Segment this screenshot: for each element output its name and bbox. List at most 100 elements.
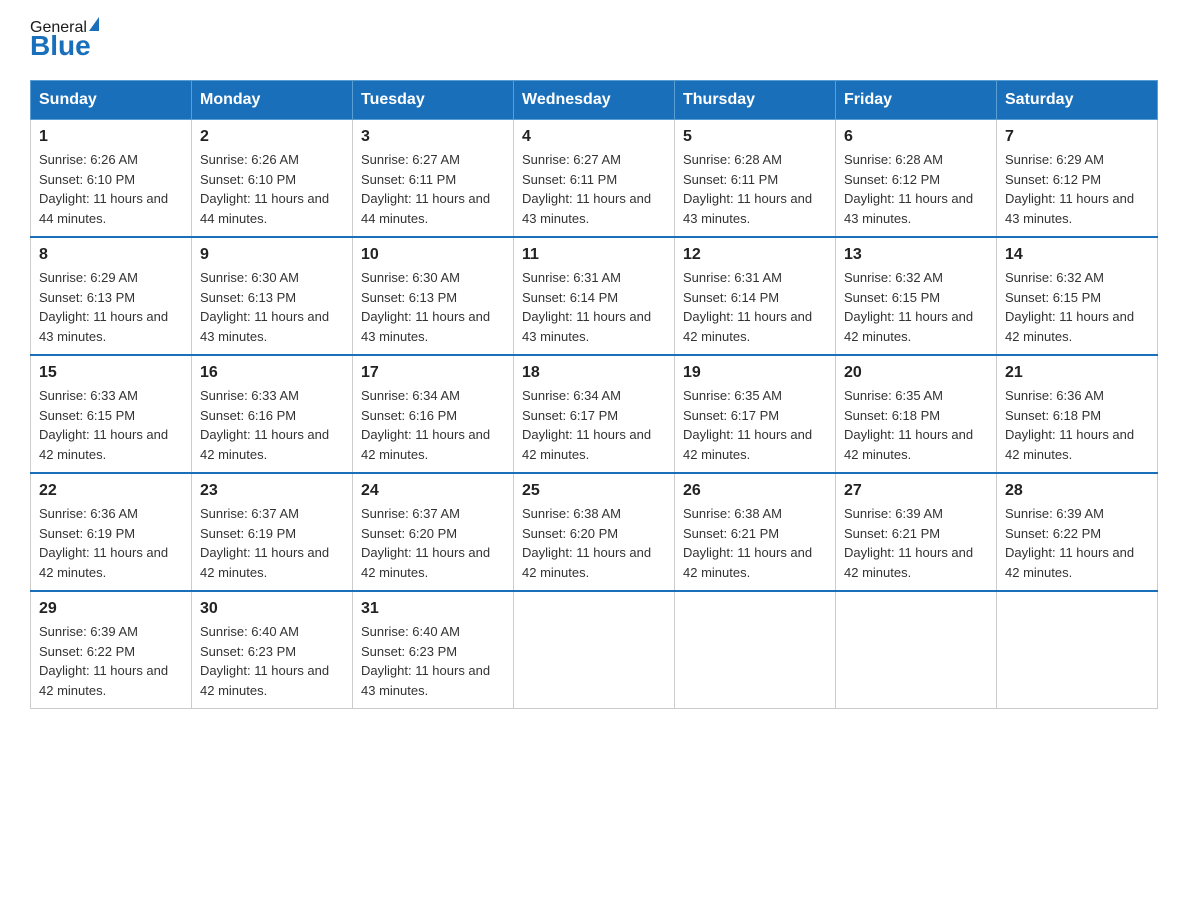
calendar-day-cell: 9 Sunrise: 6:30 AMSunset: 6:13 PMDayligh… — [192, 237, 353, 355]
day-info: Sunrise: 6:26 AMSunset: 6:10 PMDaylight:… — [200, 150, 344, 228]
calendar-day-cell: 19 Sunrise: 6:35 AMSunset: 6:17 PMDaylig… — [675, 355, 836, 473]
calendar-day-cell: 21 Sunrise: 6:36 AMSunset: 6:18 PMDaylig… — [997, 355, 1158, 473]
day-info: Sunrise: 6:31 AMSunset: 6:14 PMDaylight:… — [522, 268, 666, 346]
calendar-week-row: 22 Sunrise: 6:36 AMSunset: 6:19 PMDaylig… — [31, 473, 1158, 591]
logo-blue-text: Blue — [30, 32, 99, 60]
day-info: Sunrise: 6:40 AMSunset: 6:23 PMDaylight:… — [200, 622, 344, 700]
day-number: 25 — [522, 482, 666, 500]
day-info: Sunrise: 6:29 AMSunset: 6:12 PMDaylight:… — [1005, 150, 1149, 228]
day-info: Sunrise: 6:28 AMSunset: 6:11 PMDaylight:… — [683, 150, 827, 228]
day-number: 4 — [522, 128, 666, 146]
calendar-day-cell: 17 Sunrise: 6:34 AMSunset: 6:16 PMDaylig… — [353, 355, 514, 473]
calendar-week-row: 1 Sunrise: 6:26 AMSunset: 6:10 PMDayligh… — [31, 120, 1158, 238]
calendar-day-cell: 27 Sunrise: 6:39 AMSunset: 6:21 PMDaylig… — [836, 473, 997, 591]
calendar-day-cell: 10 Sunrise: 6:30 AMSunset: 6:13 PMDaylig… — [353, 237, 514, 355]
calendar-day-cell: 15 Sunrise: 6:33 AMSunset: 6:15 PMDaylig… — [31, 355, 192, 473]
col-header-sunday: Sunday — [31, 81, 192, 120]
day-number: 31 — [361, 600, 505, 618]
page-header: General Blue — [30, 20, 1158, 60]
calendar-week-row: 8 Sunrise: 6:29 AMSunset: 6:13 PMDayligh… — [31, 237, 1158, 355]
calendar-header-row: SundayMondayTuesdayWednesdayThursdayFrid… — [31, 81, 1158, 120]
calendar-day-cell: 4 Sunrise: 6:27 AMSunset: 6:11 PMDayligh… — [514, 120, 675, 238]
calendar-day-cell: 22 Sunrise: 6:36 AMSunset: 6:19 PMDaylig… — [31, 473, 192, 591]
col-header-tuesday: Tuesday — [353, 81, 514, 120]
day-number: 10 — [361, 246, 505, 264]
day-info: Sunrise: 6:33 AMSunset: 6:15 PMDaylight:… — [39, 386, 183, 464]
calendar-day-cell: 23 Sunrise: 6:37 AMSunset: 6:19 PMDaylig… — [192, 473, 353, 591]
day-info: Sunrise: 6:37 AMSunset: 6:20 PMDaylight:… — [361, 504, 505, 582]
calendar-day-cell: 6 Sunrise: 6:28 AMSunset: 6:12 PMDayligh… — [836, 120, 997, 238]
day-number: 7 — [1005, 128, 1149, 146]
day-info: Sunrise: 6:37 AMSunset: 6:19 PMDaylight:… — [200, 504, 344, 582]
logo-triangle-icon — [89, 17, 99, 31]
calendar-day-cell: 24 Sunrise: 6:37 AMSunset: 6:20 PMDaylig… — [353, 473, 514, 591]
day-number: 18 — [522, 364, 666, 382]
day-number: 5 — [683, 128, 827, 146]
day-number: 6 — [844, 128, 988, 146]
col-header-thursday: Thursday — [675, 81, 836, 120]
calendar-day-cell: 2 Sunrise: 6:26 AMSunset: 6:10 PMDayligh… — [192, 120, 353, 238]
day-number: 14 — [1005, 246, 1149, 264]
day-number: 24 — [361, 482, 505, 500]
day-number: 19 — [683, 364, 827, 382]
calendar-week-row: 15 Sunrise: 6:33 AMSunset: 6:15 PMDaylig… — [31, 355, 1158, 473]
day-info: Sunrise: 6:36 AMSunset: 6:19 PMDaylight:… — [39, 504, 183, 582]
day-info: Sunrise: 6:38 AMSunset: 6:21 PMDaylight:… — [683, 504, 827, 582]
day-info: Sunrise: 6:27 AMSunset: 6:11 PMDaylight:… — [522, 150, 666, 228]
logo: General Blue — [30, 20, 99, 60]
day-number: 3 — [361, 128, 505, 146]
day-number: 12 — [683, 246, 827, 264]
calendar-day-cell: 20 Sunrise: 6:35 AMSunset: 6:18 PMDaylig… — [836, 355, 997, 473]
calendar-day-cell: 31 Sunrise: 6:40 AMSunset: 6:23 PMDaylig… — [353, 591, 514, 709]
col-header-saturday: Saturday — [997, 81, 1158, 120]
day-info: Sunrise: 6:30 AMSunset: 6:13 PMDaylight:… — [361, 268, 505, 346]
empty-cell — [675, 591, 836, 709]
calendar-day-cell: 28 Sunrise: 6:39 AMSunset: 6:22 PMDaylig… — [997, 473, 1158, 591]
day-info: Sunrise: 6:40 AMSunset: 6:23 PMDaylight:… — [361, 622, 505, 700]
day-info: Sunrise: 6:28 AMSunset: 6:12 PMDaylight:… — [844, 150, 988, 228]
day-info: Sunrise: 6:32 AMSunset: 6:15 PMDaylight:… — [844, 268, 988, 346]
calendar-day-cell: 7 Sunrise: 6:29 AMSunset: 6:12 PMDayligh… — [997, 120, 1158, 238]
empty-cell — [836, 591, 997, 709]
day-info: Sunrise: 6:34 AMSunset: 6:17 PMDaylight:… — [522, 386, 666, 464]
day-info: Sunrise: 6:36 AMSunset: 6:18 PMDaylight:… — [1005, 386, 1149, 464]
day-number: 11 — [522, 246, 666, 264]
calendar-day-cell: 5 Sunrise: 6:28 AMSunset: 6:11 PMDayligh… — [675, 120, 836, 238]
day-number: 8 — [39, 246, 183, 264]
day-info: Sunrise: 6:31 AMSunset: 6:14 PMDaylight:… — [683, 268, 827, 346]
day-number: 17 — [361, 364, 505, 382]
day-number: 15 — [39, 364, 183, 382]
day-number: 20 — [844, 364, 988, 382]
day-number: 13 — [844, 246, 988, 264]
day-number: 27 — [844, 482, 988, 500]
empty-cell — [997, 591, 1158, 709]
col-header-wednesday: Wednesday — [514, 81, 675, 120]
calendar-day-cell: 13 Sunrise: 6:32 AMSunset: 6:15 PMDaylig… — [836, 237, 997, 355]
calendar-day-cell: 14 Sunrise: 6:32 AMSunset: 6:15 PMDaylig… — [997, 237, 1158, 355]
day-info: Sunrise: 6:32 AMSunset: 6:15 PMDaylight:… — [1005, 268, 1149, 346]
col-header-friday: Friday — [836, 81, 997, 120]
day-info: Sunrise: 6:29 AMSunset: 6:13 PMDaylight:… — [39, 268, 183, 346]
day-number: 21 — [1005, 364, 1149, 382]
calendar-day-cell: 11 Sunrise: 6:31 AMSunset: 6:14 PMDaylig… — [514, 237, 675, 355]
day-info: Sunrise: 6:39 AMSunset: 6:22 PMDaylight:… — [1005, 504, 1149, 582]
calendar-table: SundayMondayTuesdayWednesdayThursdayFrid… — [30, 80, 1158, 709]
day-number: 23 — [200, 482, 344, 500]
calendar-day-cell: 29 Sunrise: 6:39 AMSunset: 6:22 PMDaylig… — [31, 591, 192, 709]
day-number: 16 — [200, 364, 344, 382]
empty-cell — [514, 591, 675, 709]
calendar-day-cell: 12 Sunrise: 6:31 AMSunset: 6:14 PMDaylig… — [675, 237, 836, 355]
calendar-week-row: 29 Sunrise: 6:39 AMSunset: 6:22 PMDaylig… — [31, 591, 1158, 709]
day-info: Sunrise: 6:39 AMSunset: 6:21 PMDaylight:… — [844, 504, 988, 582]
day-number: 29 — [39, 600, 183, 618]
col-header-monday: Monday — [192, 81, 353, 120]
calendar-day-cell: 30 Sunrise: 6:40 AMSunset: 6:23 PMDaylig… — [192, 591, 353, 709]
day-info: Sunrise: 6:38 AMSunset: 6:20 PMDaylight:… — [522, 504, 666, 582]
day-number: 1 — [39, 128, 183, 146]
calendar-day-cell: 1 Sunrise: 6:26 AMSunset: 6:10 PMDayligh… — [31, 120, 192, 238]
day-number: 26 — [683, 482, 827, 500]
day-info: Sunrise: 6:27 AMSunset: 6:11 PMDaylight:… — [361, 150, 505, 228]
calendar-day-cell: 25 Sunrise: 6:38 AMSunset: 6:20 PMDaylig… — [514, 473, 675, 591]
calendar-day-cell: 18 Sunrise: 6:34 AMSunset: 6:17 PMDaylig… — [514, 355, 675, 473]
day-info: Sunrise: 6:35 AMSunset: 6:18 PMDaylight:… — [844, 386, 988, 464]
